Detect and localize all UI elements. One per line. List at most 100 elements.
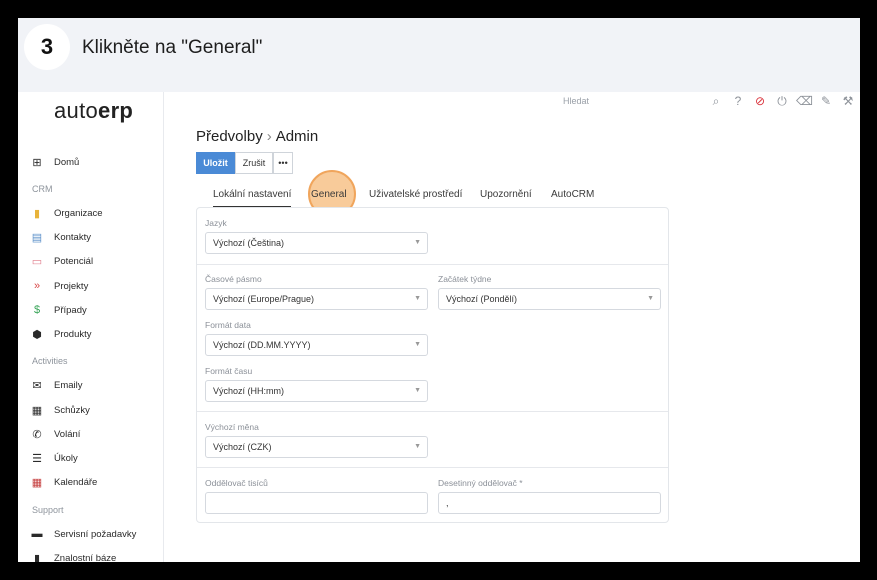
timezone-label: Časové pásmo	[205, 274, 262, 284]
step-number: 3	[24, 24, 70, 70]
top-toolbar: ⌕ ? ⊘ ⏻ ⌫ ✎ ⚒	[702, 94, 856, 109]
eraser-icon[interactable]: ⌫	[796, 94, 813, 109]
brush-icon[interactable]: ✎	[818, 94, 834, 109]
currency-select[interactable]: Výchozí (CZK) ▼	[205, 436, 428, 458]
sidebar-item-ukoly[interactable]: ☰ Úkoly	[30, 448, 78, 468]
section-divider	[197, 467, 668, 468]
sidebar-item-kalendare[interactable]: ▦ Kalendáře	[30, 472, 98, 492]
power-icon[interactable]: ⏻	[774, 94, 790, 109]
currency-value: Výchozí (CZK)	[213, 442, 272, 452]
sidebar-item-label: Potenciál	[54, 255, 94, 267]
date-format-select[interactable]: Výchozí (DD.MM.YYYY) ▼	[205, 334, 428, 356]
home-grid-icon: ⊞	[32, 156, 42, 169]
more-actions-button[interactable]: •••	[273, 152, 293, 174]
tutorial-frame: 3 Klikněte na "General" autoerp ⊞ Domů CR…	[18, 18, 860, 562]
sidebar-item-schuzky[interactable]: ▦ Schůzky	[30, 400, 90, 420]
calendar-check-icon: ▦	[31, 404, 43, 417]
week-start-value: Výchozí (Pondělí)	[446, 294, 518, 304]
tab-upozorneni[interactable]: Upozornění	[480, 189, 532, 200]
sidebar-item-pripady[interactable]: $ Případy	[30, 300, 87, 320]
tab-uzivatelske-prostredi[interactable]: Uživatelské prostředí	[369, 189, 462, 200]
thousand-separator-input[interactable]	[205, 492, 428, 514]
chevron-down-icon: ▼	[414, 387, 421, 394]
sidebar-item-emaily[interactable]: ✉ Emaily	[30, 375, 83, 395]
envelope-icon: ✉	[32, 379, 42, 392]
checklist-icon: ☰	[32, 452, 42, 465]
week-start-label: Začátek týdne	[438, 274, 492, 284]
timezone-value: Výchozí (Europe/Prague)	[213, 294, 315, 304]
breadcrumb-current: Admin	[275, 128, 319, 145]
sidebar-item-projekty[interactable]: » Projekty	[30, 276, 88, 296]
tab-lokalni-nastaveni[interactable]: Lokální nastavení	[213, 189, 292, 208]
search-icon[interactable]: ⌕	[708, 94, 724, 109]
sidebar-item-servisni-pozadavky[interactable]: ▬ Servisní požadavky	[30, 524, 137, 544]
time-format-select[interactable]: Výchozí (HH:mm) ▼	[205, 380, 428, 402]
logo-light: auto	[54, 98, 99, 123]
sidebar-section-activities: Activities	[32, 356, 68, 366]
currency-label: Výchozí měna	[205, 422, 259, 432]
chevron-down-icon: ▼	[414, 341, 421, 348]
sidebar-item-organizace[interactable]: ▮ Organizace	[30, 203, 103, 223]
phone-icon: ✆	[32, 428, 42, 441]
chevron-down-icon: ▼	[414, 295, 421, 302]
calendar-icon: ▦	[31, 476, 43, 489]
id-card-icon: ▭	[31, 255, 43, 268]
sidebar-item-label: Volání	[54, 428, 81, 440]
sidebar-item-label: Emaily	[54, 379, 83, 391]
sidebar-item-label: Produkty	[54, 328, 92, 340]
double-chevron-icon: »	[33, 280, 41, 292]
tutorial-step-bar: 3 Klikněte na "General"	[18, 18, 860, 92]
language-label: Jazyk	[205, 218, 227, 228]
sidebar-item-label: Kontakty	[54, 231, 91, 243]
date-format-label: Formát data	[205, 320, 251, 330]
time-format-value: Výchozí (HH:mm)	[213, 386, 285, 396]
sidebar-item-label: Kalendáře	[54, 476, 98, 488]
tab-general[interactable]: General	[311, 189, 347, 200]
ban-icon[interactable]: ⊘	[752, 94, 768, 109]
settings-panel: Jazyk Výchozí (Čeština) ▼ Časové pásmo Vý…	[196, 207, 669, 523]
sidebar-item-label: Servisní požadavky	[54, 528, 137, 540]
time-format-label: Formát času	[205, 366, 253, 376]
global-search-input[interactable]: Hledat	[563, 96, 589, 106]
sidebar-item-kontakty[interactable]: ▤ Kontakty	[30, 227, 91, 247]
sidebar-item-potencial[interactable]: ▭ Potenciál	[30, 251, 93, 271]
page-title: Předvolby › Admin	[196, 128, 318, 145]
sidebar-item-volani[interactable]: ✆ Volání	[30, 424, 80, 444]
sidebar-item-znalostni-baze[interactable]: ▮ Znalostní báze	[30, 548, 117, 563]
help-icon[interactable]: ?	[730, 94, 746, 109]
sidebar-item-label: Případy	[54, 304, 87, 316]
decimal-separator-input[interactable]: ,	[438, 492, 661, 514]
cancel-button[interactable]: Zrušit	[235, 152, 273, 174]
contact-card-icon: ▤	[31, 231, 43, 244]
sidebar-item-label: Domů	[54, 156, 80, 168]
sidebar-item-label: Organizace	[54, 207, 103, 219]
sidebar-item-label: Znalostní báze	[54, 552, 117, 563]
chevron-down-icon: ▼	[414, 239, 421, 246]
language-value: Výchozí (Čeština)	[213, 238, 285, 248]
logo-bold: erp	[98, 98, 134, 123]
book-icon: ▮	[33, 552, 41, 563]
logo[interactable]: autoerp	[54, 98, 133, 124]
sidebar-item-label: Úkoly	[54, 452, 78, 464]
wrench-icon[interactable]: ⚒	[840, 94, 856, 109]
sidebar: autoerp ⊞ Domů CRM ▮ Organizace ▤ Kontakty …	[18, 92, 164, 562]
chevron-down-icon: ▼	[647, 295, 654, 302]
building-icon: ▮	[33, 207, 41, 220]
briefcase-icon: ▬	[31, 528, 43, 540]
language-select[interactable]: Výchozí (Čeština) ▼	[205, 232, 428, 254]
sidebar-item-produkty[interactable]: ⬢ Produkty	[30, 324, 92, 344]
sidebar-item-label: Schůzky	[54, 404, 90, 416]
date-format-value: Výchozí (DD.MM.YYYY)	[213, 340, 311, 350]
thousand-separator-label: Oddělovač tisíců	[205, 478, 268, 488]
dollar-icon: $	[33, 304, 41, 316]
timezone-select[interactable]: Výchozí (Europe/Prague) ▼	[205, 288, 428, 310]
section-divider	[197, 264, 668, 265]
step-instruction: Klikněte na "General"	[82, 37, 263, 58]
week-start-select[interactable]: Výchozí (Pondělí) ▼	[438, 288, 661, 310]
sidebar-item-domu[interactable]: ⊞ Domů	[30, 152, 79, 172]
breadcrumb-separator: ›	[266, 128, 272, 145]
breadcrumb-root[interactable]: Předvolby	[196, 128, 263, 145]
save-button[interactable]: Uložit	[196, 152, 235, 174]
tab-autocrm[interactable]: AutoCRM	[551, 189, 594, 200]
decimal-separator-label: Desetinný oddělovač *	[438, 478, 523, 488]
